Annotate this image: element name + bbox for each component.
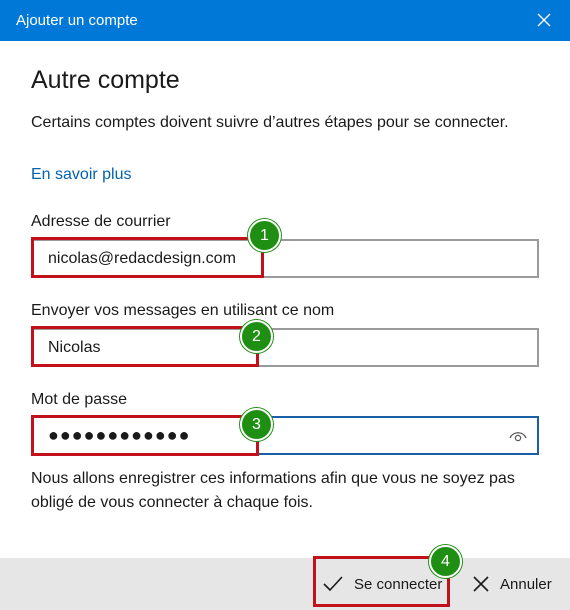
description-text: Certains comptes doivent suivre d’autres… xyxy=(31,114,509,131)
step-badge-4: 4 xyxy=(429,545,462,578)
title-bar: Ajouter un compte xyxy=(0,0,570,41)
name-field[interactable] xyxy=(33,330,537,365)
step-badge-2: 2 xyxy=(240,320,273,353)
connect-button[interactable]: Se connecter xyxy=(322,558,442,610)
name-field-box xyxy=(31,328,539,367)
connect-button-label: Se connecter xyxy=(354,575,443,593)
password-field-box xyxy=(31,416,539,455)
step-badge-1: 1 xyxy=(248,219,281,252)
close-icon[interactable] xyxy=(532,8,556,32)
email-field[interactable] xyxy=(33,241,537,276)
cancel-button-label: Annuler xyxy=(500,575,552,593)
learn-more-link[interactable]: En savoir plus xyxy=(31,166,132,184)
step-badge-3: 3 xyxy=(240,408,273,441)
x-icon xyxy=(473,576,489,592)
email-field-box xyxy=(31,239,539,278)
password-field[interactable] xyxy=(33,418,537,453)
dialog-footer: Se connecter Annuler xyxy=(0,558,570,610)
info-note: Nous allons enregistrer ces informations… xyxy=(31,470,515,511)
eye-icon[interactable] xyxy=(509,427,527,445)
cancel-button[interactable]: Annuler xyxy=(472,558,552,610)
page-title: Autre compte xyxy=(31,66,180,94)
name-label: Envoyer vos messages en utilisant ce nom xyxy=(31,302,335,319)
window-title: Ajouter un compte xyxy=(16,12,138,29)
email-label: Adresse de courrier xyxy=(31,213,171,230)
checkmark-icon xyxy=(323,576,343,592)
password-label: Mot de passe xyxy=(31,391,128,408)
